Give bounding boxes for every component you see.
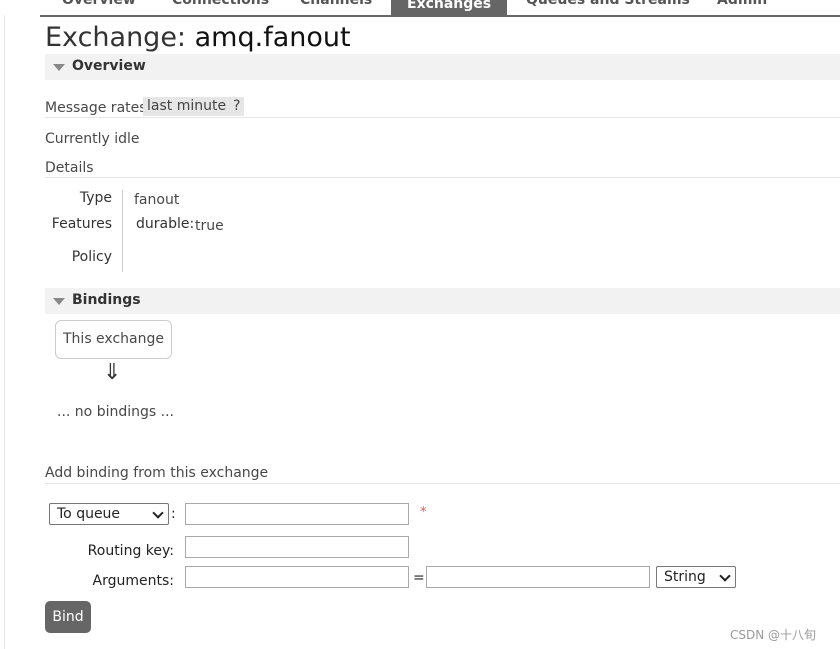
- features-label: Features: [51, 216, 112, 232]
- left-border: [4, 15, 5, 649]
- watermark: CSDN @十八旬: [730, 628, 817, 642]
- no-bindings-text: ... no bindings ...: [57, 404, 174, 420]
- page-title: Exchange: amq.fanout: [45, 22, 351, 53]
- feature-key: durable:: [136, 216, 195, 232]
- status-text: Currently idle: [45, 131, 140, 147]
- exchange-name: amq.fanout: [194, 22, 351, 53]
- bindings-heading: Bindings: [72, 292, 141, 308]
- feature-value: true: [195, 218, 224, 234]
- add-binding-divider: [45, 483, 840, 484]
- type-label: Type: [79, 190, 112, 206]
- this-exchange-box: This exchange: [55, 320, 172, 359]
- this-exchange-label: This exchange: [63, 331, 164, 347]
- nav-tab-exchanges[interactable]: Exchanges: [391, 0, 508, 15]
- message-rates-label: Message rates: [45, 100, 147, 116]
- destination-type-select[interactable]: To queue: [49, 503, 169, 525]
- arguments-label: Arguments:: [92, 573, 174, 589]
- argument-key-input[interactable]: [185, 566, 409, 588]
- details-vertical-divider: [122, 190, 123, 272]
- bindings-section-header[interactable]: Bindings: [45, 288, 840, 314]
- overview-heading: Overview: [72, 58, 146, 74]
- argument-type-select[interactable]: String: [656, 566, 736, 588]
- down-arrow-icon: ⇓: [103, 360, 122, 385]
- equals-sign: =: [413, 570, 425, 586]
- nav-tab-admin[interactable]: Admin: [717, 0, 767, 8]
- overview-section-header[interactable]: Overview: [45, 54, 840, 80]
- details-label: Details: [45, 160, 94, 176]
- argument-type-value: String: [664, 569, 706, 585]
- policy-label: Policy: [71, 249, 112, 265]
- details-divider: [45, 177, 840, 178]
- type-value: fanout: [134, 192, 180, 208]
- top-nav: Overview Connections Channels Exchanges …: [40, 0, 840, 17]
- rate-period-button[interactable]: last minute: [143, 97, 231, 116]
- chevron-down-icon: [152, 507, 164, 519]
- nav-tab-queues-and-streams[interactable]: Queues and Streams: [526, 0, 690, 8]
- required-marker: *: [420, 505, 427, 520]
- collapse-triangle-icon: [53, 64, 65, 71]
- nav-tab-overview[interactable]: Overview: [62, 0, 136, 8]
- page-title-prefix: Exchange:: [45, 22, 187, 53]
- destination-colon: :: [171, 506, 176, 522]
- nav-tab-channels[interactable]: Channels: [300, 0, 372, 8]
- destination-type-value: To queue: [57, 506, 121, 522]
- nav-tab-connections[interactable]: Connections: [172, 0, 269, 8]
- add-binding-heading: Add binding from this exchange: [45, 465, 269, 481]
- bind-button[interactable]: Bind: [45, 601, 91, 633]
- destination-name-input[interactable]: [185, 503, 409, 525]
- argument-value-input[interactable]: [426, 566, 650, 588]
- message-rates-row: Message rates last minute ?: [45, 97, 840, 118]
- routing-key-input[interactable]: [185, 536, 409, 558]
- help-button[interactable]: ?: [229, 97, 245, 116]
- collapse-triangle-icon: [53, 298, 65, 305]
- chevron-down-icon: [719, 570, 731, 582]
- routing-key-label: Routing key:: [87, 543, 174, 559]
